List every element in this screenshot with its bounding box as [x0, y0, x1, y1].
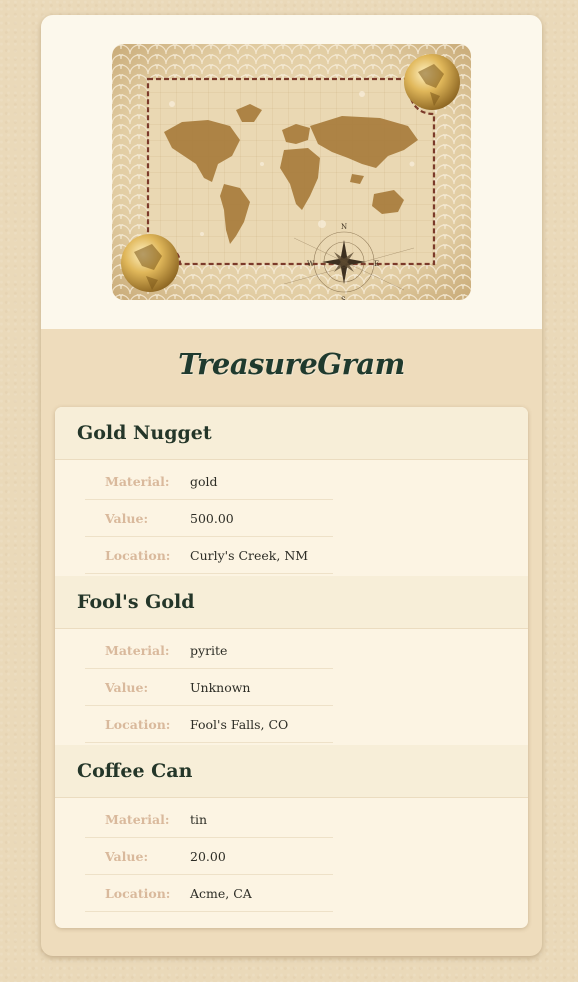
detail-label: Location: [105, 885, 171, 901]
world-map-image: N E S W [112, 44, 471, 300]
detail-row-material: Material: tin [85, 801, 333, 838]
svg-text:S: S [341, 296, 346, 300]
detail-row-value: Value: 20.00 [85, 838, 333, 875]
svg-text:N: N [341, 223, 347, 231]
treasure-name: Fool's Gold [55, 576, 528, 629]
treasure-item: Coffee Can Material: tin Value: 20.00 Lo… [55, 745, 528, 914]
detail-row-value: Value: 500.00 [85, 500, 333, 537]
treasure-item: Gold Nugget Material: gold Value: 500.00… [55, 407, 528, 576]
detail-row-material: Material: pyrite [85, 632, 333, 669]
detail-value: pyrite [190, 642, 228, 658]
globe-icon-bottom-left [121, 234, 179, 292]
detail-label: Material: [105, 811, 170, 827]
detail-value: gold [190, 473, 218, 489]
detail-value: Curly's Creek, NM [190, 547, 309, 563]
treasure-details: Material: gold Value: 500.00 Location: C… [55, 460, 528, 576]
treasure-details: Material: tin Value: 20.00 Location: Acm… [55, 798, 528, 914]
detail-label: Material: [105, 642, 170, 658]
detail-value: 500.00 [190, 510, 234, 526]
globe-icon-top-right [404, 54, 460, 110]
treasure-name: Gold Nugget [55, 407, 528, 460]
detail-value: 20.00 [190, 848, 226, 864]
detail-label: Location: [105, 547, 171, 563]
treasure-name: Coffee Can [55, 745, 528, 798]
detail-value: Acme, CA [190, 885, 252, 901]
treasure-item: Fool's Gold Material: pyrite Value: Unkn… [55, 576, 528, 745]
detail-row-material: Material: gold [85, 463, 333, 500]
detail-value: Unknown [190, 679, 251, 695]
detail-value: Fool's Falls, CO [190, 716, 289, 732]
detail-label: Value: [105, 848, 149, 864]
svg-text:E: E [374, 260, 379, 268]
main-card: N E S W TreasureGram Gold Nugget Materia… [41, 15, 542, 956]
detail-label: Value: [105, 679, 149, 695]
detail-label: Location: [105, 716, 171, 732]
banner: N E S W [41, 15, 542, 329]
detail-value: tin [190, 811, 208, 827]
detail-row-location: Location: Curly's Creek, NM [85, 537, 333, 574]
treasure-list: Gold Nugget Material: gold Value: 500.00… [55, 407, 528, 928]
app-title: TreasureGram [178, 347, 405, 381]
treasure-details: Material: pyrite Value: Unknown Location… [55, 629, 528, 745]
svg-text:W: W [307, 260, 315, 268]
detail-row-location: Location: Fool's Falls, CO [85, 706, 333, 743]
detail-row-location: Location: Acme, CA [85, 875, 333, 912]
detail-label: Value: [105, 510, 149, 526]
detail-row-value: Value: Unknown [85, 669, 333, 706]
detail-label: Material: [105, 473, 170, 489]
